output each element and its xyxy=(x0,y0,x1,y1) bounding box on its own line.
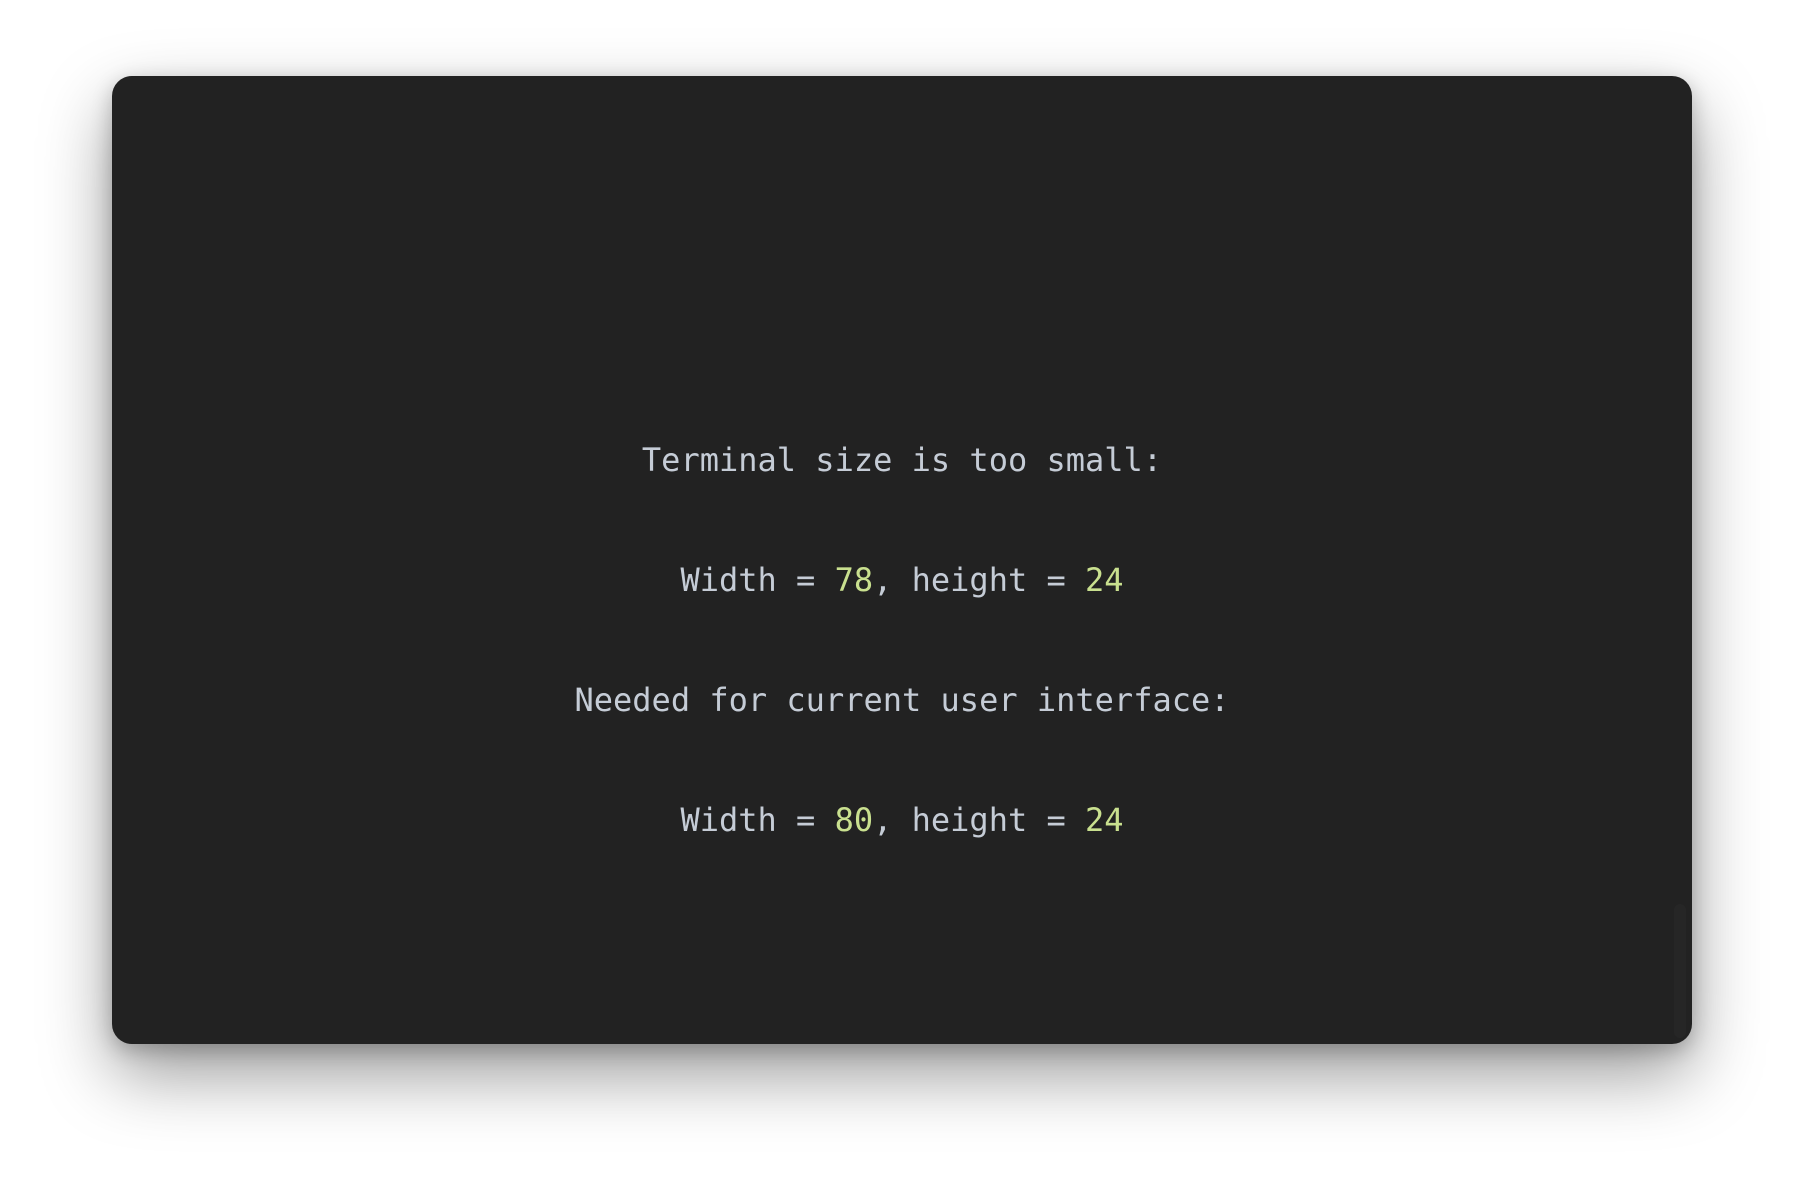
required-width-value: 80 xyxy=(834,801,874,839)
terminal-window[interactable]: Terminal size is too small: Width = 78, … xyxy=(112,76,1692,1044)
desktop-background: Terminal size is too small: Width = 78, … xyxy=(0,0,1804,1192)
current-size-line: Width = 78, height = 24 xyxy=(112,560,1692,600)
current-height-value: 24 xyxy=(1085,561,1124,599)
current-width-value: 78 xyxy=(834,561,874,599)
terminal-scrollbar[interactable] xyxy=(1674,904,1686,1038)
required-height-prefix: , height = xyxy=(873,801,1086,839)
terminal-size-message: Terminal size is too small: Width = 78, … xyxy=(112,360,1692,920)
size-warning-line: Terminal size is too small: xyxy=(641,441,1163,479)
required-width-prefix: Width = xyxy=(680,801,835,839)
required-height-value: 24 xyxy=(1085,801,1124,839)
current-width-prefix: Width = xyxy=(680,561,835,599)
required-size-label-line: Needed for current user interface: xyxy=(574,681,1230,719)
current-height-prefix: , height = xyxy=(873,561,1086,599)
required-size-line: Width = 80, height = 24 xyxy=(112,800,1692,840)
